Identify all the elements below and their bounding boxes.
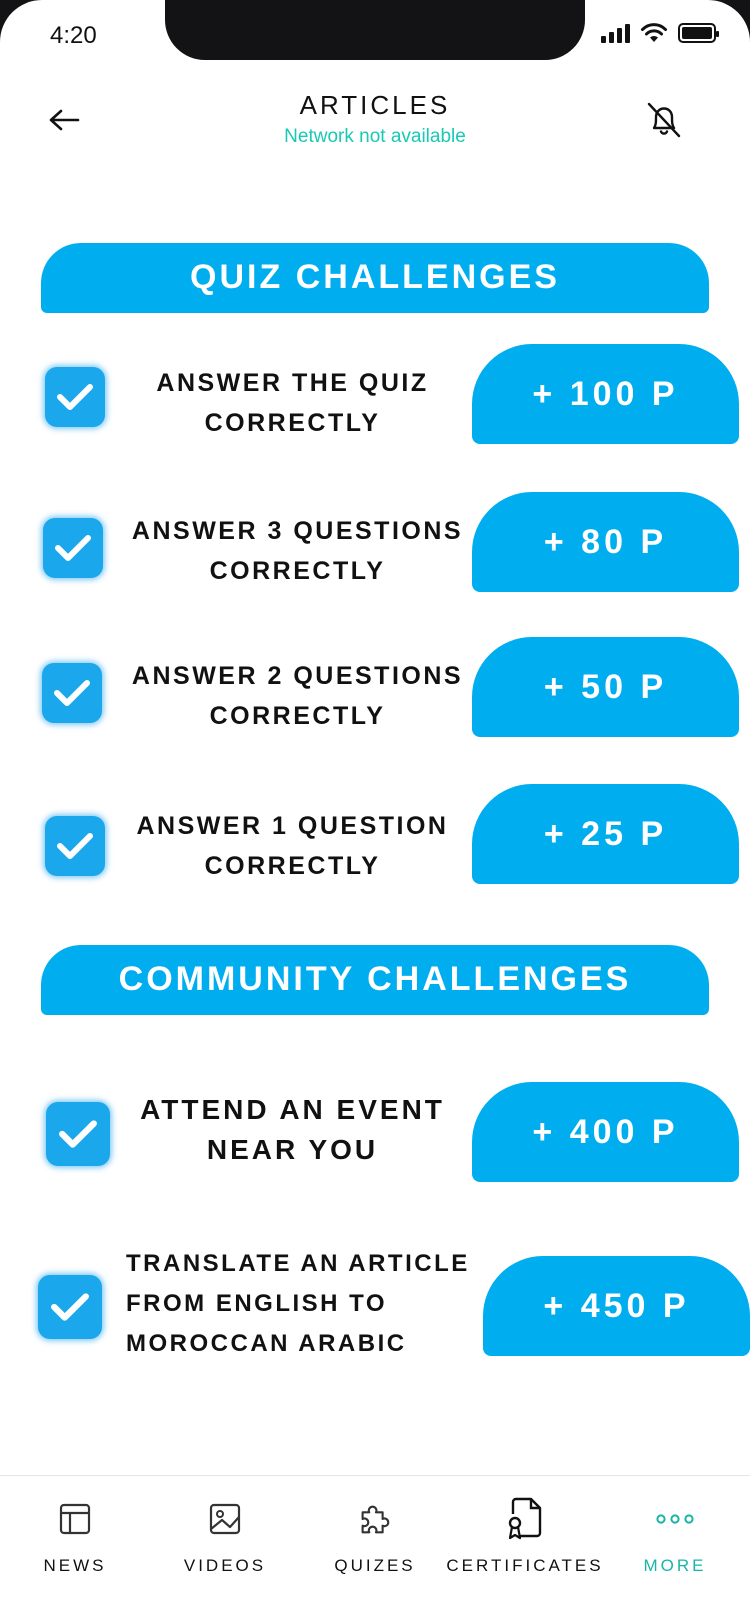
challenge-checkbox[interactable] xyxy=(42,663,102,723)
points-button[interactable]: + 25 P xyxy=(472,784,739,884)
points-button[interactable]: + 100 P xyxy=(472,344,739,444)
challenge-label: ANSWER 3 QUESTIONS CORRECTLY xyxy=(131,517,464,585)
bell-off-icon xyxy=(647,102,681,138)
checkmark-icon xyxy=(51,1293,89,1321)
points-button[interactable]: + 80 P xyxy=(472,492,739,592)
community-challenges-header: COMMUNITY CHALLENGES xyxy=(41,945,709,1015)
page-title: ARTICLES xyxy=(299,90,451,120)
image-icon xyxy=(205,1496,245,1542)
community-challenge-row-1: ATTEND AN EVENT NEAR YOU + 400 P xyxy=(0,1078,750,1188)
challenge-label: ANSWER THE QUIZ CORRECTLY xyxy=(156,369,429,437)
checkmark-icon xyxy=(55,535,91,561)
notifications-button[interactable] xyxy=(642,98,686,142)
cellular-signal-icon xyxy=(601,23,630,43)
checkmark-icon xyxy=(57,833,93,859)
challenge-checkbox[interactable] xyxy=(38,1275,102,1339)
checkmark-icon xyxy=(57,384,93,410)
nav-label: MORE xyxy=(643,1556,707,1575)
points-button[interactable]: + 50 P xyxy=(472,637,739,737)
challenge-checkbox[interactable] xyxy=(43,518,103,578)
challenge-label: ATTEND AN EVENT NEAR YOU xyxy=(140,1094,445,1165)
device-notch xyxy=(165,0,585,60)
challenge-checkbox[interactable] xyxy=(46,1102,110,1166)
nav-label: QUIZES xyxy=(334,1556,416,1575)
nav-more[interactable]: MORE xyxy=(600,1476,750,1624)
nav-videos[interactable]: VIDEOS xyxy=(150,1476,300,1624)
nav-quizes[interactable]: QUIZES xyxy=(300,1476,450,1624)
challenge-label: TRANSLATE AN ARTICLE FROM ENGLISH TO MOR… xyxy=(126,1250,470,1357)
status-icons xyxy=(601,22,719,44)
bottom-nav: NEWS VIDEOS QUIZES CERTIFICATES MORE xyxy=(0,1475,750,1624)
network-status: Network not available xyxy=(284,126,466,147)
puzzle-icon xyxy=(355,1496,395,1542)
quiz-challenge-row-2: ANSWER 3 QUESTIONS CORRECTLY + 80 P xyxy=(0,488,750,598)
nav-label: VIDEOS xyxy=(183,1556,267,1575)
nav-label: CERTIFICATES xyxy=(446,1556,604,1575)
nav-news[interactable]: NEWS xyxy=(0,1476,150,1624)
wifi-icon xyxy=(641,23,667,42)
news-icon xyxy=(55,1496,95,1542)
quiz-challenge-row-3: ANSWER 2 QUESTIONS CORRECTLY + 50 P xyxy=(0,633,750,743)
certificate-icon xyxy=(505,1496,545,1542)
checkmark-icon xyxy=(59,1120,97,1148)
community-challenge-row-2: TRANSLATE AN ARTICLE FROM ENGLISH TO MOR… xyxy=(0,1250,750,1360)
battery-icon xyxy=(678,23,719,43)
more-icon xyxy=(655,1496,695,1542)
points-button[interactable]: + 450 P xyxy=(483,1256,750,1356)
checkmark-icon xyxy=(54,680,90,706)
nav-certificates[interactable]: CERTIFICATES xyxy=(446,1476,601,1624)
quiz-challenges-header: QUIZ CHALLENGES xyxy=(41,243,709,313)
challenge-label: ANSWER 1 QUESTION CORRECTLY xyxy=(136,812,449,880)
screen: 4:20 ARTICLES Network not available QUIZ… xyxy=(0,0,750,1624)
quiz-challenge-row-1: ANSWER THE QUIZ CORRECTLY + 100 P xyxy=(0,340,750,450)
points-button[interactable]: + 400 P xyxy=(472,1082,739,1182)
status-time: 4:20 xyxy=(50,22,97,49)
challenge-label: ANSWER 2 QUESTIONS CORRECTLY xyxy=(131,662,464,730)
challenge-checkbox[interactable] xyxy=(45,816,105,876)
challenge-checkbox[interactable] xyxy=(45,367,105,427)
quiz-challenge-row-4: ANSWER 1 QUESTION CORRECTLY + 25 P xyxy=(0,780,750,890)
nav-label: NEWS xyxy=(43,1556,107,1575)
